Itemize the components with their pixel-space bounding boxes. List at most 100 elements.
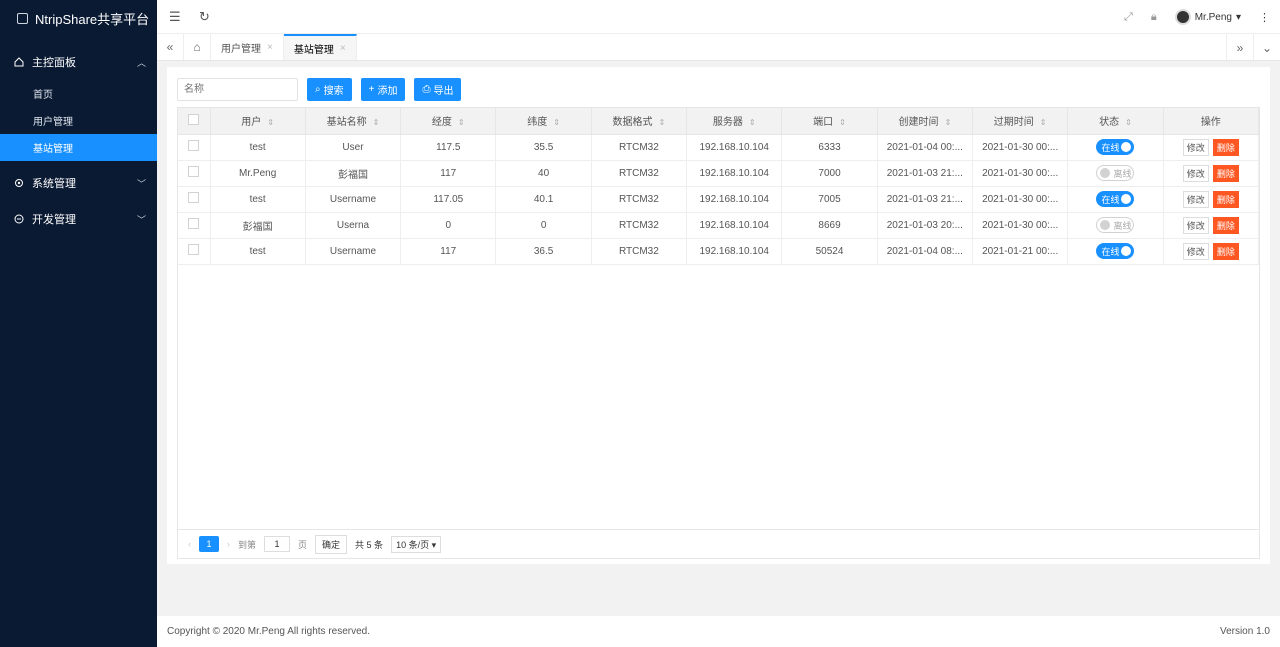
page-size-select[interactable]: 10 条/页 ▾ [391, 535, 442, 553]
select-all-checkbox[interactable] [188, 113, 200, 125]
row-checkbox[interactable] [188, 244, 200, 255]
sort-icon[interactable]: ⇕ [1125, 118, 1132, 127]
edit-button[interactable]: 修改 [1182, 138, 1209, 156]
sort-icon[interactable]: ⇕ [1040, 118, 1047, 127]
row-checkbox[interactable] [188, 140, 200, 151]
cell-user: test [210, 186, 306, 213]
page-current[interactable]: 1 [199, 536, 219, 552]
cell-created: 2021-01-04 00:... [877, 134, 974, 161]
sort-icon[interactable]: ⇕ [839, 118, 846, 127]
col-label: 纬度 [527, 117, 548, 129]
col-expires[interactable]: 过期时间 ⇕ [972, 108, 1069, 135]
cell-expires: 2021-01-30 00:... [972, 160, 1069, 187]
sort-icon[interactable]: ⇕ [373, 118, 380, 127]
cell-lat: 40 [495, 160, 592, 187]
menu-group-system[interactable]: 系统管理 ﹀ [0, 165, 157, 201]
delete-button[interactable]: 删除 [1212, 138, 1239, 156]
status-toggle[interactable]: 在线 [1096, 139, 1135, 155]
cell-user: test [210, 134, 306, 161]
prev-page-icon[interactable]: ‹ [188, 539, 191, 549]
sort-icon[interactable]: ⇕ [553, 118, 560, 127]
menu-group-dashboard[interactable]: 主控面板 ︿ [0, 44, 157, 80]
next-page-icon[interactable]: › [227, 539, 230, 549]
user-menu[interactable]: Mr.Peng ▾ [1174, 9, 1241, 25]
main-area: ☰ ↻ ⤢ 🔒︎ Mr.Peng ▾ ⋮ « ⌂ 用户管理 × 基站管理 × »… [157, 0, 1280, 647]
footer: Copyright © 2020 Mr.Peng All rights rese… [157, 616, 1280, 647]
row-checkbox[interactable] [188, 218, 200, 229]
search-button[interactable]: ⌕ 搜索 [307, 78, 352, 101]
goto-page-input[interactable]: 1 [264, 536, 291, 552]
sort-icon[interactable]: ⇕ [944, 118, 951, 127]
cell-name: Username [305, 186, 402, 213]
row-checkbox[interactable] [188, 192, 200, 203]
goto-confirm-button[interactable]: 确定 [315, 534, 348, 554]
fullscreen-icon[interactable]: ⤢ [1124, 11, 1133, 24]
status-toggle[interactable]: 离线 [1096, 217, 1135, 233]
row-checkbox[interactable] [188, 166, 200, 177]
tabs-next-icon[interactable]: » [1226, 34, 1253, 61]
status-toggle[interactable]: 离线 [1096, 165, 1135, 181]
tab-stations[interactable]: 基站管理 × [283, 34, 357, 60]
refresh-icon[interactable]: ↻ [199, 9, 213, 25]
tabs-bar: « ⌂ 用户管理 × 基站管理 × » ⌄ [157, 34, 1280, 61]
delete-button[interactable]: 删除 [1212, 164, 1239, 182]
col-label: 服务器 [712, 117, 743, 129]
toggle-knob [1100, 220, 1111, 230]
edit-button[interactable]: 修改 [1182, 242, 1209, 260]
menu-toggle-icon[interactable]: ☰ [169, 9, 183, 25]
delete-button[interactable]: 删除 [1212, 190, 1239, 208]
cell-lon: 117.05 [400, 186, 497, 213]
search-input[interactable] [177, 78, 298, 101]
delete-button[interactable]: 删除 [1212, 216, 1239, 234]
add-button[interactable]: + 添加 [360, 78, 406, 101]
col-latitude[interactable]: 纬度 ⇕ [495, 108, 592, 135]
table-row: test Username 117.05 40.1 RTCM32 192.168.10.1… [178, 186, 1260, 213]
cell-status: 在线 [1067, 238, 1164, 265]
tabs-prev-icon[interactable]: « [157, 34, 184, 60]
toggle-knob [1121, 142, 1132, 152]
delete-button[interactable]: 删除 [1212, 242, 1239, 260]
col-user[interactable]: 用户 ⇕ [210, 108, 306, 135]
tabs-menu-icon[interactable]: ⌄ [1253, 34, 1280, 61]
more-icon[interactable]: ⋮ [1259, 11, 1270, 24]
cell-port: 8669 [781, 212, 878, 239]
sort-icon[interactable]: ⇕ [659, 118, 666, 127]
dev-icon [14, 214, 24, 224]
col-longitude[interactable]: 经度 ⇕ [400, 108, 497, 135]
edit-button[interactable]: 修改 [1182, 164, 1209, 182]
status-toggle[interactable]: 在线 [1096, 243, 1135, 259]
edit-button[interactable]: 修改 [1182, 216, 1209, 234]
lock-icon[interactable]: 🔒︎ [1151, 11, 1157, 24]
cell-port: 7005 [781, 186, 878, 213]
close-icon[interactable]: × [267, 42, 273, 53]
table-row: test Username 117 36.5 RTCM32 192.168.10.104 5… [178, 238, 1260, 265]
export-button[interactable]: ⎙ 导出 [414, 78, 462, 101]
home-tab-icon[interactable]: ⌂ [184, 34, 211, 60]
status-toggle[interactable]: 在线 [1096, 191, 1135, 207]
col-label: 基站名称 [326, 117, 367, 129]
tab-users[interactable]: 用户管理 × [211, 34, 284, 60]
col-port[interactable]: 端口 ⇕ [781, 108, 878, 135]
col-station-name[interactable]: 基站名称 ⇕ [305, 108, 402, 135]
cell-status: 离线 [1067, 160, 1164, 187]
col-created[interactable]: 创建时间 ⇕ [877, 108, 974, 135]
menu-group-dev[interactable]: 开发管理 ﹀ [0, 201, 157, 237]
edit-button[interactable]: 修改 [1182, 190, 1209, 208]
sidebar-item-users[interactable]: 用户管理 [0, 107, 157, 134]
col-server[interactable]: 服务器 ⇕ [686, 108, 783, 135]
cell-expires: 2021-01-30 00:... [972, 134, 1069, 161]
sidebar-item-home[interactable]: 首页 [0, 80, 157, 107]
col-status[interactable]: 状态 ⇕ [1067, 108, 1164, 135]
app-logo[interactable]: NtripShare共享平台 [0, 0, 157, 36]
status-text: 离线 [1113, 168, 1132, 179]
cell-user: test [210, 238, 306, 265]
sort-icon[interactable]: ⇕ [749, 118, 756, 127]
table-row: Mr.Peng 彭福国 117 40 RTCM32 192.168.10.104 7000 2… [178, 160, 1260, 187]
sidebar-item-stations[interactable]: 基站管理 [0, 134, 157, 161]
col-format[interactable]: 数据格式 ⇕ [591, 108, 688, 135]
cell-actions: 修改 删除 [1163, 134, 1260, 161]
sort-icon[interactable]: ⇕ [458, 118, 465, 127]
cell-server: 192.168.10.104 [686, 134, 783, 161]
sort-icon[interactable]: ⇕ [267, 118, 274, 127]
close-icon[interactable]: × [340, 43, 346, 54]
